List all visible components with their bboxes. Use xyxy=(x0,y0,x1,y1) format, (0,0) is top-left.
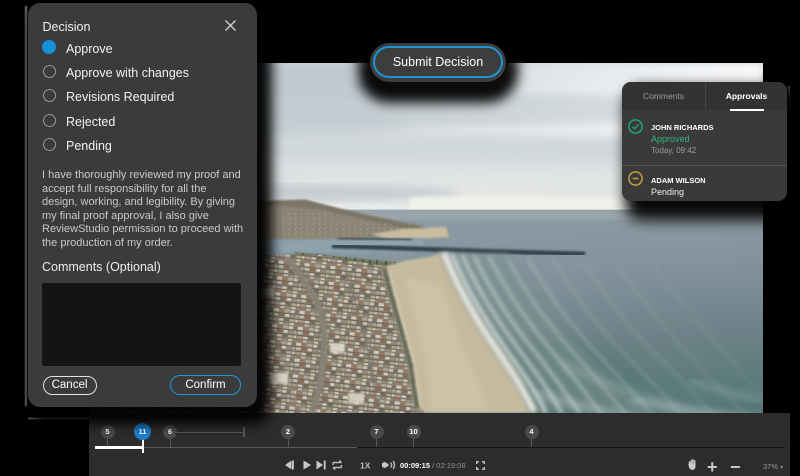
svg-text:1X: 1X xyxy=(360,461,371,471)
